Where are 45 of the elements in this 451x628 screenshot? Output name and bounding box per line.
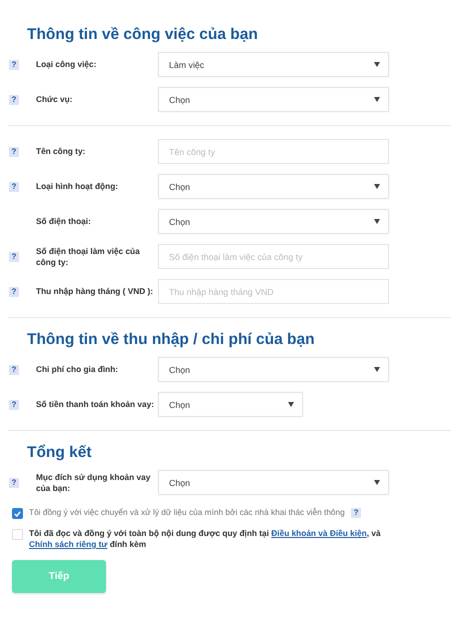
help-icon[interactable]: ? bbox=[9, 365, 19, 375]
field-label: Chức vụ: bbox=[36, 94, 74, 105]
help-icon[interactable]: ? bbox=[351, 508, 362, 518]
section-title: Thông tin về công việc của bạn bbox=[27, 26, 259, 44]
section-title: Tổng kết bbox=[27, 444, 93, 462]
dropdown[interactable]: Chọn bbox=[158, 209, 389, 234]
dropdown[interactable]: Chọn bbox=[158, 174, 389, 199]
caret-icon bbox=[374, 184, 380, 189]
help-icon[interactable]: ? bbox=[9, 252, 19, 262]
caret-icon bbox=[374, 367, 380, 372]
caret-icon bbox=[374, 62, 380, 67]
help-icon[interactable]: ? bbox=[9, 182, 19, 192]
help-icon[interactable]: ? bbox=[9, 478, 19, 488]
help-icon[interactable]: ? bbox=[9, 287, 19, 297]
caret-icon bbox=[374, 97, 380, 102]
field-label: Chi phí cho gia đình: bbox=[36, 364, 120, 375]
help-icon[interactable]: ? bbox=[9, 147, 19, 157]
dropdown[interactable]: Chọn bbox=[158, 392, 303, 417]
help-icon[interactable]: ? bbox=[9, 400, 19, 410]
caret-icon bbox=[374, 480, 380, 485]
caret-icon bbox=[288, 402, 294, 407]
section-title: Thông tin về thu nhập / chi phí của bạn bbox=[27, 331, 316, 349]
field-label: Thu nhập hàng tháng ( VND ): bbox=[36, 286, 154, 297]
input-field[interactable]: Tên công ty bbox=[158, 139, 389, 164]
dropdown[interactable]: Chọn bbox=[158, 357, 389, 382]
dropdown[interactable]: Chọn bbox=[158, 470, 389, 495]
input-field[interactable]: Thu nhập hàng tháng VND bbox=[158, 279, 389, 304]
field-label: Số điện thoại: bbox=[36, 216, 92, 227]
policy-link[interactable]: Điều khoản và Điều kiện bbox=[271, 528, 367, 538]
consent-text: Tôi đã đọc và đồng ý với toàn bộ nội dung được quy định tại Điều khoản và Điều kiện, và Chính sách riêng tư đính kèm bbox=[29, 528, 382, 550]
help-icon[interactable]: ? bbox=[9, 60, 19, 70]
field-label: Số điện thoại làm việc của công ty: bbox=[36, 246, 141, 268]
checkbox[interactable] bbox=[12, 508, 23, 519]
help-icon[interactable]: ? bbox=[9, 95, 19, 105]
consent-text: Tôi đồng ý với việc chuyển và xử lý dữ liệu của mình bởi các nhà khai thác viễn thông ? bbox=[29, 507, 362, 518]
field-label: Tên công ty: bbox=[36, 146, 86, 157]
dropdown[interactable]: Chọn bbox=[158, 87, 389, 112]
field-label: Loại hình hoạt động: bbox=[36, 181, 120, 192]
field-label: Số tiền thanh toán khoản vay: bbox=[36, 399, 156, 410]
field-label: Mục đích sử dụng khoản vay của bạn: bbox=[36, 472, 152, 494]
input-field[interactable]: Số điện thoại làm việc của công ty bbox=[158, 244, 389, 269]
field-label: Loại công việc: bbox=[36, 59, 98, 70]
caret-icon bbox=[374, 219, 380, 224]
policy-link[interactable]: Chính sách riêng tư bbox=[29, 539, 108, 549]
dropdown[interactable]: Làm việc bbox=[158, 52, 389, 77]
